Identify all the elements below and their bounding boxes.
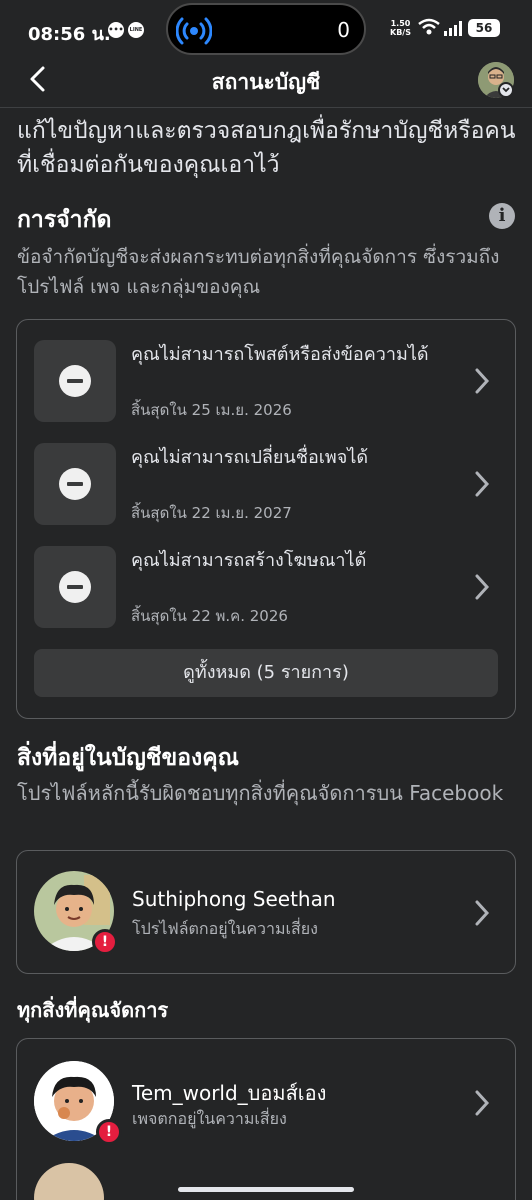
restriction-label: คุณไม่สามารถโพสต์หรือส่งข้อความได้ (131, 344, 429, 365)
chevron-down-icon (498, 82, 514, 98)
managed-heading: ทุกสิ่งที่คุณจัดการ (17, 998, 169, 1022)
managed-item[interactable]: ! Tem_world_บอมส์เอง เพจตกอยู่ในความเสี่… (17, 1039, 515, 1163)
restrictions-card: คุณไม่สามารถโพสต์หรือส่งข้อความได้ สิ้นส… (16, 319, 516, 719)
profile-status: โปรไฟล์ตกอยู่ในความเสี่ยง (132, 919, 318, 938)
restriction-tile (34, 340, 116, 422)
restriction-date: สิ้นสุดใน 22 พ.ค. 2026 (131, 607, 288, 625)
restriction-tile (34, 443, 116, 525)
restriction-tile (34, 546, 116, 628)
restriction-label: คุณไม่สามารถเปลี่ยนชื่อเพจได้ (131, 447, 369, 468)
restriction-item[interactable]: คุณไม่สามารถเปลี่ยนชื่อเพจได้ สิ้นสุดใน … (34, 443, 500, 527)
in-account-subtitle: โปรไฟล์หลักนี้รับผิดชอบทุกสิ่งที่คุณจัดก… (17, 781, 504, 805)
chevron-right-icon (475, 900, 490, 926)
chevron-right-icon (475, 471, 490, 497)
network-speed: 1.50 KB/S (390, 19, 411, 37)
status-bar: 08:56 น. ••• LINE 0 1.50 KB/S 56 (0, 0, 532, 60)
status-time: 08:56 น. (28, 24, 111, 45)
speed-value: 1.50 (390, 19, 411, 28)
home-indicator[interactable] (178, 1187, 354, 1192)
see-all-button[interactable]: ดูทั้งหมด (5 รายการ) (34, 649, 498, 697)
line-app-icon: LINE (128, 22, 144, 38)
battery-icon: 56 (468, 19, 500, 37)
island-count: 0 (337, 18, 350, 42)
restriction-label: คุณไม่สามารถสร้างโฆษณาได้ (131, 550, 367, 571)
restrictions-heading: การจำกัด (17, 207, 112, 233)
no-entry-icon (59, 365, 91, 397)
next-item-avatar (34, 1163, 104, 1200)
restriction-date: สิ้นสุดใน 25 เม.ย. 2026 (131, 401, 292, 419)
chevron-right-icon (475, 1090, 490, 1116)
managed-card: ! Tem_world_บอมส์เอง เพจตกอยู่ในความเสี่… (16, 1038, 516, 1200)
broadcast-icon (176, 17, 212, 45)
alert-icon: ! (96, 1119, 122, 1145)
alert-icon: ! (92, 929, 118, 955)
restrictions-subtitle: ข้อจำกัดบัญชีจะส่งผลกระทบต่อทุกสิ่งที่คุ… (17, 246, 500, 298)
restriction-item[interactable]: คุณไม่สามารถโพสต์หรือส่งข้อความได้ สิ้นส… (34, 340, 500, 424)
messenger-icon: ••• (108, 22, 124, 38)
chevron-right-icon (475, 574, 490, 600)
profile-name: Suthiphong Seethan (132, 887, 336, 911)
chevron-right-icon (475, 368, 490, 394)
page-title: สถานะบัญชี (211, 70, 321, 94)
dynamic-island[interactable]: 0 (166, 3, 366, 55)
restriction-item[interactable]: คุณไม่สามารถสร้างโฆษณาได้ สิ้นสุดใน 22 พ… (34, 546, 500, 630)
wifi-icon (418, 18, 440, 35)
nav-bar: สถานะบัญชี (0, 60, 532, 108)
cellular-signal-icon (444, 21, 462, 36)
in-account-heading: สิ่งที่อยู่ในบัญชีของคุณ (17, 745, 239, 771)
intro-text: แก้ไขปัญหาและตรวจสอบกฎเพื่อรักษาบัญชีหรื… (17, 118, 516, 178)
page-status: เพจตกอยู่ในความเสี่ยง (132, 1109, 287, 1128)
no-entry-icon (59, 468, 91, 500)
restriction-date: สิ้นสุดใน 22 เม.ย. 2027 (131, 504, 292, 522)
speed-unit: KB/S (390, 28, 411, 37)
info-icon[interactable]: i (489, 203, 515, 229)
no-entry-icon (59, 571, 91, 603)
main-profile-card[interactable]: ! Suthiphong Seethan โปรไฟล์ตกอยู่ในความ… (16, 850, 516, 974)
page-name: Tem_world_บอมส์เอง (132, 1081, 327, 1105)
